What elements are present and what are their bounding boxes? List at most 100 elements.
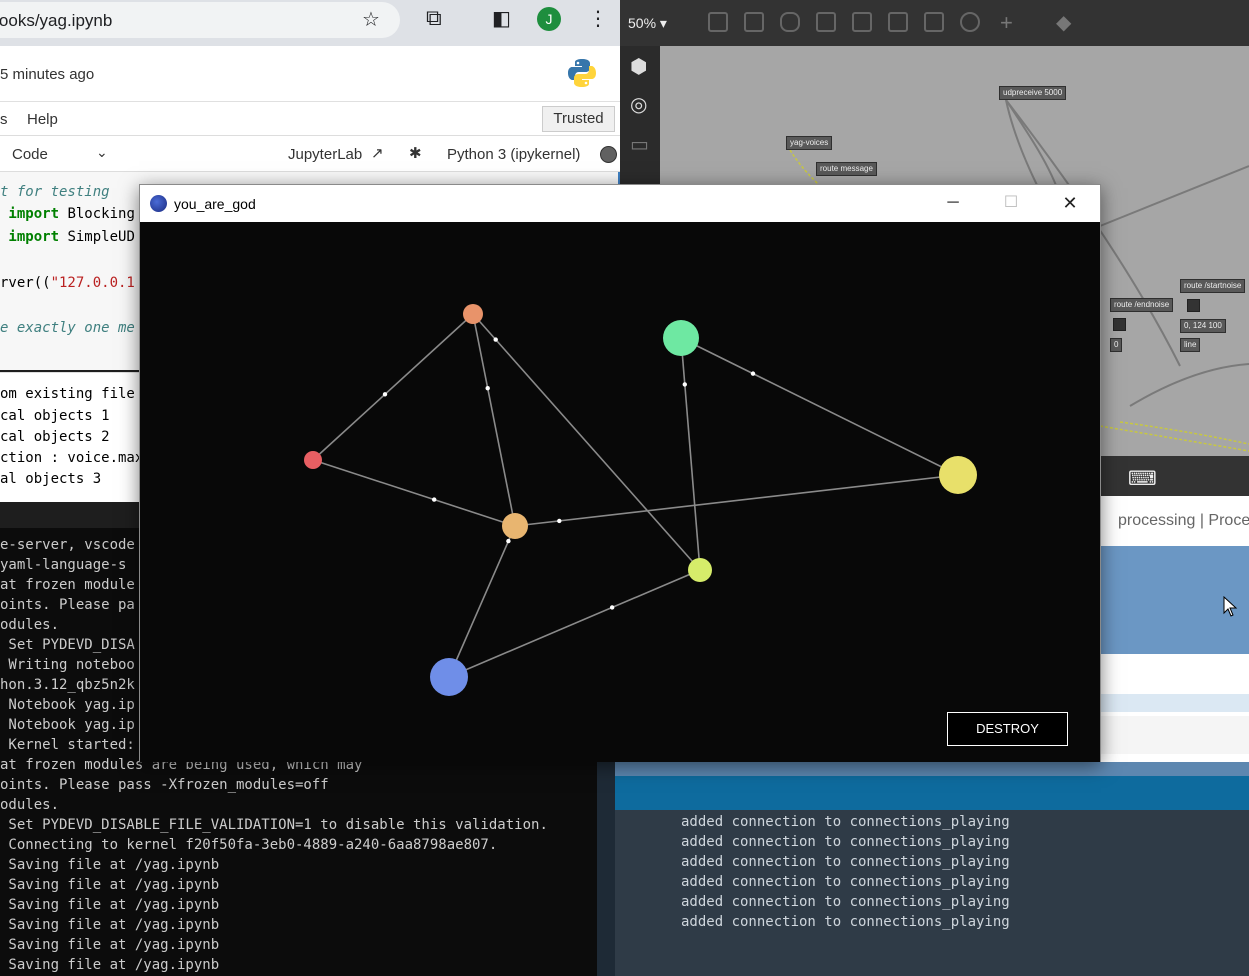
edge-pulse: [382, 392, 388, 397]
slider-icon[interactable]: [924, 12, 944, 32]
route-startnoise-object[interactable]: route /startnoise: [1180, 279, 1246, 293]
graph-node[interactable]: [502, 513, 528, 539]
destroy-button[interactable]: DESTROY: [947, 712, 1068, 746]
url-text[interactable]: ebooks/yag.ipynb: [0, 11, 112, 31]
line-object[interactable]: line: [1180, 338, 1201, 352]
object-box-icon[interactable]: [708, 12, 728, 32]
window-titlebar[interactable]: you_are_god ─ ☐ ✕: [140, 185, 1100, 222]
output-line: al objects 3: [0, 471, 102, 487]
close-icon[interactable]: ✕: [1055, 191, 1085, 215]
processing-tab-title[interactable]: processing | Proce: [1118, 512, 1249, 530]
console-line: added connection to connections_playing: [681, 814, 1010, 830]
edge-pulse: [682, 382, 687, 387]
terminal-line: hon.3.12_qbz5n2k: [0, 677, 135, 693]
kernel-name[interactable]: Python 3 (ipykernel): [447, 146, 580, 163]
output-line: cal objects 2: [0, 429, 110, 445]
profile-avatar[interactable]: J: [537, 7, 561, 31]
graph-edge: [680, 337, 701, 571]
zoom-level: 50%: [628, 15, 657, 31]
number-zero-object[interactable]: 0: [1110, 338, 1123, 352]
panel-tab-strip: [615, 762, 1249, 776]
browser-panel: processing | Proce: [1100, 496, 1249, 762]
comment-icon[interactable]: [780, 12, 800, 32]
address-bar[interactable]: ebooks/yag.ipynb: [0, 2, 400, 38]
add-object-icon[interactable]: +: [1000, 10, 1013, 36]
terminal-line: Connecting to kernel f20f50fa-3eb0-4889-…: [0, 837, 498, 853]
toggle-icon[interactable]: [816, 12, 836, 32]
trusted-button[interactable]: Trusted: [542, 106, 615, 132]
code-line: import SimpleUD: [0, 229, 134, 245]
paint-bucket-icon[interactable]: ◆: [1056, 10, 1071, 35]
graph-edge: [680, 337, 959, 476]
message-box-icon[interactable]: [744, 12, 764, 32]
graph-edge: [448, 569, 701, 678]
edge-pulse: [557, 518, 562, 524]
udpreceive-object[interactable]: udpreceive 5000: [999, 86, 1067, 100]
terminal-line: oints. Please pass -Xfrozen_modules=off: [0, 777, 329, 793]
bang-button[interactable]: [1187, 299, 1200, 312]
terminal-line: Kernel started:: [0, 737, 135, 753]
max-toolbar: 50% ▾ + ◆: [620, 0, 1249, 46]
route-message-object[interactable]: route message: [816, 162, 877, 176]
terminal-line: Saving file at /yag.ipynb: [0, 917, 220, 933]
output-console[interactable]: added connection to connections_playing …: [615, 810, 1249, 976]
presentation-icon[interactable]: ▭: [630, 132, 649, 157]
terminal-line: Saving file at /yag.ipynb: [0, 897, 220, 913]
bang-button[interactable]: [1113, 318, 1126, 331]
console-line: added connection to connections_playing: [681, 874, 1010, 890]
terminal-line: Saving file at /yag.ipynb: [0, 877, 220, 893]
play-icon[interactable]: [888, 12, 908, 32]
graph-node[interactable]: [939, 456, 977, 494]
extensions-icon[interactable]: ⧉: [426, 6, 442, 30]
string-literal: "127.0.0.1: [50, 275, 135, 291]
star-icon[interactable]: ☆: [362, 8, 380, 32]
route-endnoise-object[interactable]: route /endnoise: [1110, 298, 1174, 312]
target-icon[interactable]: ◎: [630, 92, 647, 117]
window-title: you_are_god: [174, 196, 256, 212]
code-line: t for testing: [0, 184, 110, 200]
graph-node[interactable]: [430, 658, 468, 696]
graph-node[interactable]: [463, 304, 483, 324]
package-cube-icon[interactable]: ⬢: [630, 54, 647, 79]
menu-item-help[interactable]: Help: [27, 111, 58, 128]
sketch-canvas[interactable]: DESTROY: [140, 222, 1100, 762]
menu-dots-icon[interactable]: ⋮: [588, 7, 608, 31]
vscode-panel: added connection to connections_playing …: [597, 762, 1249, 976]
graph-edge: [312, 313, 474, 461]
console-line: added connection to connections_playing: [681, 854, 1010, 870]
debugger-bug-icon[interactable]: ✱: [409, 144, 422, 162]
external-link-icon[interactable]: ↗: [371, 144, 384, 162]
keyword: import: [0, 229, 60, 245]
zoom-select[interactable]: 50% ▾: [628, 15, 667, 32]
yag-voices-object[interactable]: yag-voices: [786, 136, 833, 150]
graph-node[interactable]: [688, 558, 712, 582]
side-panel-icon[interactable]: ◧: [492, 7, 511, 31]
graph-edge: [448, 525, 516, 678]
button-icon[interactable]: [852, 12, 872, 32]
chevron-down-icon[interactable]: ⌄: [96, 144, 108, 161]
code-line: rver(("127.0.0.1: [0, 275, 135, 291]
terminal-line: Set PYDEVD_DISA: [0, 637, 135, 653]
terminal-line: Notebook yag.ip: [0, 717, 135, 733]
console-line: added connection to connections_playing: [681, 834, 1010, 850]
maximize-icon[interactable]: ☐: [996, 191, 1026, 215]
output-line: cal objects 1: [0, 408, 110, 424]
menu-item-s[interactable]: s: [0, 111, 8, 128]
minimize-icon[interactable]: ─: [938, 191, 968, 215]
graph-edge: [312, 459, 516, 527]
edge-pulse: [506, 538, 511, 544]
code-text: rver((: [0, 275, 51, 291]
cell-type-select[interactable]: Code: [12, 146, 48, 163]
keyboard-icon[interactable]: ⌨: [1128, 466, 1157, 491]
graph-node[interactable]: [663, 320, 699, 356]
terminal-line: odules.: [0, 617, 60, 633]
message-124-object[interactable]: 0, 124 100: [1180, 319, 1226, 333]
terminal-line: yaml-language-s: [0, 557, 127, 573]
graph-node[interactable]: [304, 451, 322, 469]
dial-icon[interactable]: [960, 12, 980, 32]
jupyterlab-link[interactable]: JupyterLab: [288, 146, 362, 163]
graph-edge: [472, 313, 516, 527]
network-graph[interactable]: [140, 222, 1100, 762]
mouse-cursor-icon: [1223, 596, 1238, 617]
python-logo-icon: [568, 59, 596, 87]
